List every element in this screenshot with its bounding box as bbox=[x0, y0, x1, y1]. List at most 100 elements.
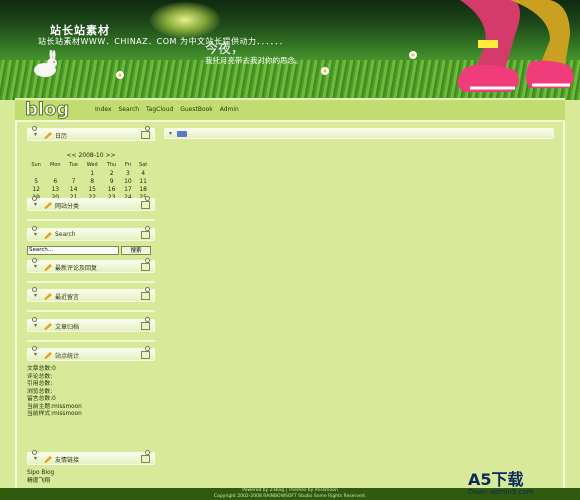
archives-widget: ▾ 文章归档 bbox=[27, 317, 155, 342]
search-input[interactable]: Search... bbox=[27, 246, 119, 255]
widget-header: ▾ 友情链接 bbox=[27, 450, 155, 465]
calendar-day bbox=[27, 169, 45, 177]
weekday: Sun bbox=[31, 162, 41, 168]
collapse-icon[interactable] bbox=[141, 455, 150, 463]
widget-header: ▾ 日历 bbox=[27, 126, 155, 141]
daisy-icon bbox=[116, 71, 124, 79]
pencil-icon bbox=[44, 456, 52, 463]
daisy-icon bbox=[409, 51, 417, 59]
widget-header: ▾ 最近留言 bbox=[27, 287, 155, 302]
watermark-title: A5下载 bbox=[468, 470, 524, 489]
chevron-down-icon[interactable]: ▾ bbox=[34, 131, 37, 138]
nav-guestbook[interactable]: GuestBook bbox=[180, 106, 213, 113]
watermark-url: Down.admin5.com bbox=[468, 488, 534, 496]
collapse-icon[interactable] bbox=[141, 263, 150, 271]
calendar-day bbox=[45, 169, 65, 177]
widget-header: ▾ 站点统计 bbox=[27, 346, 155, 361]
collapse-icon[interactable] bbox=[141, 351, 150, 359]
calendar-day: 1 bbox=[90, 169, 95, 177]
chevron-down-icon[interactable]: ▾ bbox=[169, 130, 172, 137]
pencil-icon bbox=[44, 352, 52, 359]
stat-line: 浏览总数: bbox=[27, 388, 53, 395]
search-widget: ▾ Search Search... 搜索 bbox=[27, 226, 155, 255]
chevron-down-icon[interactable]: ▾ bbox=[34, 322, 37, 329]
links-widget: ▾ 友情链接 Sipo Blog 精度飞翔 bbox=[27, 450, 155, 484]
calendar-day: 17 bbox=[124, 185, 132, 193]
calendar-day: 13 bbox=[51, 185, 60, 193]
nav-tagcloud[interactable]: TagCloud bbox=[146, 106, 173, 113]
calendar-day: 11 bbox=[139, 177, 147, 185]
latest-messages-widget: ▾ 最近留言 bbox=[27, 287, 155, 312]
calendar-day: 14 bbox=[69, 185, 78, 193]
collapse-icon[interactable] bbox=[141, 201, 150, 209]
chevron-down-icon[interactable]: ▾ bbox=[34, 201, 37, 208]
stat-line: 文章总数:0 bbox=[27, 366, 56, 372]
stat-line: 引用总数: bbox=[27, 381, 53, 387]
nav-index[interactable]: Index bbox=[95, 106, 112, 113]
weekday: Thu bbox=[106, 162, 117, 168]
site-subtitle: 站长站素材WWW．CHINAZ．COM 为中文站长提供动力．．．．．． bbox=[38, 37, 288, 46]
calendar-day: 12 bbox=[32, 185, 40, 193]
collapse-icon[interactable] bbox=[141, 131, 150, 139]
weekday: Sat bbox=[139, 162, 148, 168]
links-list: Sipo Blog 精度飞翔 bbox=[27, 470, 54, 485]
sun-glow bbox=[150, 2, 220, 38]
collapse-icon[interactable] bbox=[141, 231, 150, 239]
blog-logo[interactable]: blog bbox=[21, 95, 81, 121]
widget-header: ▾ 最新评论及回复 bbox=[27, 258, 155, 273]
widget-title: 文章归档 bbox=[55, 324, 80, 331]
widget-header: ▾ 网站分类 bbox=[27, 196, 155, 211]
main-nav: Index Search TagCloud GuestBook Admin bbox=[95, 106, 244, 113]
calendar-day: 18 bbox=[139, 185, 147, 193]
content-frame: ▾ 日历 << 2008-10 >> Sun Mon Tue Wed Thu F… bbox=[15, 120, 565, 492]
girl-legs-illustration bbox=[457, 0, 574, 92]
widget-title: 最近留言 bbox=[55, 294, 80, 301]
calendar-day: 3 bbox=[126, 169, 130, 177]
calendar-month[interactable]: << 2008-10 >> bbox=[27, 152, 155, 159]
widget-title: 最新评论及回复 bbox=[55, 265, 98, 272]
pencil-icon bbox=[44, 202, 52, 209]
widget-header: ▾ Search bbox=[27, 226, 155, 241]
calendar-day: 7 bbox=[71, 177, 76, 185]
stats-widget: ▾ 站点统计 文章总数:0 评论总数: 引用总数: 浏览总数: 留言总数:0 当… bbox=[27, 346, 155, 417]
widget-title: 日历 bbox=[55, 133, 68, 140]
weekday: Tue bbox=[69, 162, 78, 168]
main-box-header: ▾ bbox=[164, 128, 554, 139]
categories-widget: ▾ 网站分类 bbox=[27, 196, 155, 221]
rabbit-illustration bbox=[34, 50, 57, 77]
chevron-down-icon[interactable]: ▾ bbox=[34, 455, 37, 462]
pencil-icon bbox=[44, 293, 52, 300]
stat-line: 评论总数: bbox=[27, 373, 53, 380]
widget-title: 网站分类 bbox=[55, 203, 80, 210]
calendar-day: 2 bbox=[109, 169, 114, 177]
daisy-icon bbox=[321, 67, 329, 75]
chevron-down-icon[interactable]: ▾ bbox=[34, 351, 37, 358]
stats-list: 文章总数:0 评论总数: 引用总数: 浏览总数: 留言总数:0 当前主题:mis… bbox=[27, 366, 82, 419]
pencil-icon bbox=[44, 323, 52, 330]
search-button[interactable]: 搜索 bbox=[121, 246, 151, 255]
widget-title: 站点统计 bbox=[55, 353, 80, 360]
calendar-day: 16 bbox=[107, 185, 116, 193]
friend-link[interactable]: Sipo Blog bbox=[27, 470, 54, 478]
chevron-down-icon[interactable]: ▾ bbox=[34, 231, 37, 238]
header-banner: 站长站素材 站长站素材WWW．CHINAZ．COM 为中文站长提供动力．．．．．… bbox=[0, 0, 580, 100]
weekday: Wed bbox=[86, 162, 98, 168]
friend-link[interactable]: 精度飞翔 bbox=[27, 478, 54, 486]
nav-bar: blog Index Search TagCloud GuestBook Adm… bbox=[15, 95, 565, 121]
chevron-down-icon[interactable]: ▾ bbox=[34, 263, 37, 270]
calendar-widget: ▾ 日历 bbox=[27, 126, 155, 141]
nav-admin[interactable]: Admin bbox=[220, 106, 239, 113]
pencil-icon bbox=[44, 132, 52, 139]
svg-text:blog: blog bbox=[25, 99, 69, 120]
main-content-box: ▾ bbox=[164, 128, 554, 139]
collapse-icon[interactable] bbox=[141, 292, 150, 300]
slogan-line2: 我托月亮带去我对你的思念。 bbox=[205, 56, 303, 65]
calendar-day: 6 bbox=[53, 177, 58, 185]
pencil-icon bbox=[44, 264, 52, 271]
stat-line: 当前样式:missmoon bbox=[27, 411, 82, 417]
collapse-icon[interactable] bbox=[141, 322, 150, 330]
stat-line: 留言总数:0 bbox=[27, 396, 56, 402]
nav-search[interactable]: Search bbox=[118, 106, 139, 113]
chevron-down-icon[interactable]: ▾ bbox=[34, 292, 37, 299]
post-icon bbox=[177, 131, 187, 137]
